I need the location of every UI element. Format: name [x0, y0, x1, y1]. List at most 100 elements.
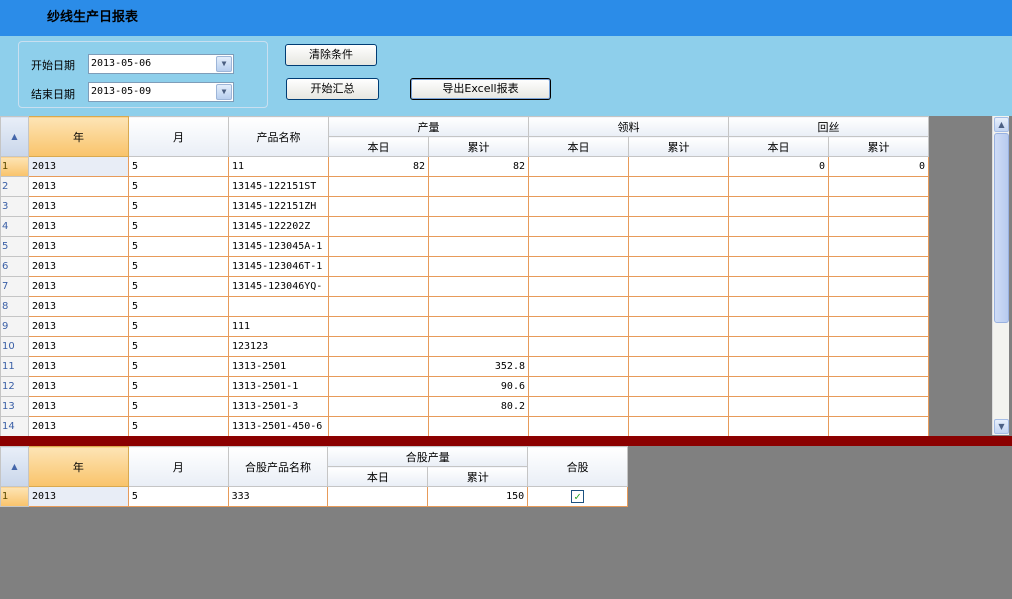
table-row[interactable]: 7 2013 5 13145-123046YQ-: [0, 276, 929, 297]
cell-month[interactable]: 5: [128, 156, 229, 177]
cell-return-today[interactable]: 0: [728, 156, 829, 177]
cell-material-cumulative[interactable]: [628, 316, 729, 337]
cell-material-today[interactable]: [528, 356, 629, 377]
cell-output-cumulative[interactable]: [428, 196, 529, 217]
checkmark-icon[interactable]: ✓: [571, 490, 585, 503]
cell-product[interactable]: 1313-2501-3: [228, 396, 329, 417]
start-date-picker[interactable]: 2013-05-06 ▼: [88, 54, 234, 74]
table-row[interactable]: 13 2013 5 1313-2501-3 80.2: [0, 396, 929, 417]
cell-material-cumulative[interactable]: [628, 156, 729, 177]
row-number[interactable]: 14: [0, 416, 29, 436]
cell-output-today[interactable]: [328, 336, 429, 357]
cell-output-today[interactable]: 82: [328, 156, 429, 177]
cell-output-today[interactable]: [328, 396, 429, 417]
cell-material-today[interactable]: [528, 376, 629, 397]
chevron-down-icon[interactable]: ▼: [216, 84, 232, 100]
cell-product[interactable]: 13145-123045A-1: [228, 236, 329, 257]
cell-material-cumulative[interactable]: [628, 376, 729, 397]
table-row[interactable]: 10 2013 5 123123: [0, 336, 929, 357]
cell-output-today[interactable]: [328, 276, 429, 297]
cell-month[interactable]: 5: [128, 376, 229, 397]
cell-return-cumulative[interactable]: [828, 356, 929, 377]
cell-product[interactable]: 111: [228, 316, 329, 337]
end-date-picker[interactable]: 2013-05-09 ▼: [88, 82, 234, 102]
cell-return-today[interactable]: [728, 196, 829, 217]
col-header-return-today[interactable]: 本日: [728, 136, 829, 157]
cell-return-today[interactable]: [728, 356, 829, 377]
cell-output-today[interactable]: [328, 356, 429, 377]
cell-month[interactable]: 5: [128, 236, 229, 257]
scroll-down-icon[interactable]: ▼: [994, 419, 1009, 434]
cell-material-cumulative[interactable]: [628, 196, 729, 217]
cell-month[interactable]: 5: [128, 356, 229, 377]
col-header-material-today[interactable]: 本日: [528, 136, 629, 157]
cell-return-today[interactable]: [728, 276, 829, 297]
cell-material-today[interactable]: [528, 336, 629, 357]
cell-material-today[interactable]: [528, 176, 629, 197]
plied-cell-year[interactable]: 2013: [27, 486, 129, 507]
cell-year[interactable]: 2013: [28, 396, 129, 417]
cell-month[interactable]: 5: [128, 396, 229, 417]
cell-return-today[interactable]: [728, 336, 829, 357]
scroll-up-icon[interactable]: ▲: [994, 117, 1009, 132]
cell-return-cumulative[interactable]: [828, 276, 929, 297]
cell-return-cumulative[interactable]: [828, 376, 929, 397]
table-row[interactable]: 11 2013 5 1313-2501 352.8: [0, 356, 929, 377]
cell-year[interactable]: 2013: [28, 176, 129, 197]
cell-product[interactable]: 13145-122151ZH: [228, 196, 329, 217]
sort-triangle-icon[interactable]: ▲: [0, 116, 29, 157]
cell-return-today[interactable]: [728, 256, 829, 277]
cell-month[interactable]: 5: [128, 256, 229, 277]
cell-product[interactable]: 1313-2501: [228, 356, 329, 377]
cell-product[interactable]: 13145-122151ST: [228, 176, 329, 197]
cell-output-cumulative[interactable]: [428, 256, 529, 277]
cell-material-cumulative[interactable]: [628, 276, 729, 297]
cell-material-today[interactable]: [528, 296, 629, 317]
cell-return-today[interactable]: [728, 376, 829, 397]
cell-year[interactable]: 2013: [28, 316, 129, 337]
cell-output-today[interactable]: [328, 196, 429, 217]
cell-year[interactable]: 2013: [28, 356, 129, 377]
table-row[interactable]: 14 2013 5 1313-2501-450-6: [0, 416, 929, 436]
cell-material-today[interactable]: [528, 156, 629, 177]
chevron-down-icon[interactable]: ▼: [216, 56, 232, 72]
col-header-year[interactable]: 年: [28, 116, 129, 157]
cell-year[interactable]: 2013: [28, 416, 129, 436]
row-number[interactable]: 11: [0, 356, 29, 377]
cell-return-cumulative[interactable]: [828, 416, 929, 436]
cell-product[interactable]: 13145-123046YQ-: [228, 276, 329, 297]
table-row[interactable]: 5 2013 5 13145-123045A-1: [0, 236, 929, 257]
cell-output-today[interactable]: [328, 256, 429, 277]
cell-month[interactable]: 5: [128, 216, 229, 237]
row-number[interactable]: 10: [0, 336, 29, 357]
row-number[interactable]: 4: [0, 216, 29, 237]
row-number[interactable]: 1: [0, 156, 29, 177]
cell-month[interactable]: 5: [128, 336, 229, 357]
cell-material-cumulative[interactable]: [628, 256, 729, 277]
cell-return-today[interactable]: [728, 176, 829, 197]
cell-material-cumulative[interactable]: [628, 396, 729, 417]
cell-output-cumulative[interactable]: [428, 276, 529, 297]
vertical-scrollbar[interactable]: ▲ ▼: [992, 116, 1009, 435]
cell-output-cumulative[interactable]: 82: [428, 156, 529, 177]
cell-output-cumulative[interactable]: 80.2: [428, 396, 529, 417]
cell-return-cumulative[interactable]: 0: [828, 156, 929, 177]
cell-output-cumulative[interactable]: [428, 216, 529, 237]
cell-material-today[interactable]: [528, 276, 629, 297]
cell-year[interactable]: 2013: [28, 296, 129, 317]
cell-product[interactable]: 123123: [228, 336, 329, 357]
cell-year[interactable]: 2013: [28, 156, 129, 177]
plied-col-header-today[interactable]: 本日: [327, 466, 429, 487]
table-row[interactable]: 3 2013 5 13145-122151ZH: [0, 196, 929, 217]
col-header-product[interactable]: 产品名称: [228, 116, 329, 157]
scrollbar-thumb[interactable]: [994, 133, 1009, 323]
col-header-material-cumulative[interactable]: 累计: [628, 136, 729, 157]
table-row[interactable]: 1 2013 5 333 150 ✓: [0, 486, 628, 507]
cell-return-cumulative[interactable]: [828, 296, 929, 317]
cell-product[interactable]: 1313-2501-450-6: [228, 416, 329, 436]
cell-return-today[interactable]: [728, 296, 829, 317]
clear-conditions-button[interactable]: 清除条件: [285, 44, 377, 66]
cell-output-cumulative[interactable]: [428, 236, 529, 257]
grid-splitter[interactable]: [0, 436, 1012, 446]
row-number[interactable]: 12: [0, 376, 29, 397]
